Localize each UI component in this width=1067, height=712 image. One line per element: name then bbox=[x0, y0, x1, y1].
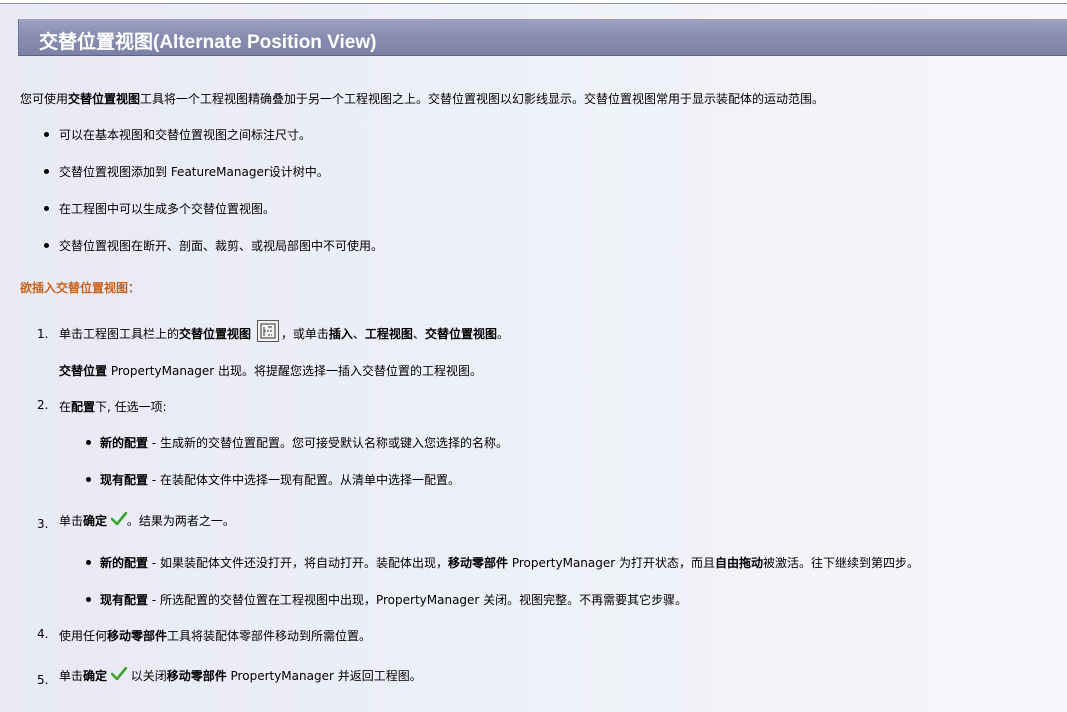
bullet-dot bbox=[44, 169, 49, 174]
intro-paragraph: 您可使用交替位置视图工具将一个工程视图精确叠加于另一个工程视图之上。交替位置视图… bbox=[20, 90, 824, 107]
step-1-text: 单击工程图工具栏上的交替位置视图 ，或单击插入、工程视图、交替位置视图。 bbox=[59, 320, 509, 342]
top-border bbox=[0, 0, 1067, 4]
bullet-dot bbox=[86, 560, 91, 565]
step-number: 4. bbox=[37, 627, 49, 641]
bullet-item: 交替位置视图在断开、剖面、裁剪、或视局部图中不可使用。 bbox=[59, 239, 384, 253]
step-number: 5. bbox=[37, 673, 49, 687]
checkmark-icon[interactable] bbox=[110, 511, 128, 526]
bullet-item: 在工程图中可以生成多个交替位置视图。 bbox=[59, 202, 276, 216]
step-1-subtext: 交替位置 PropertyManager 出现。将提醒您选择一插入交替位置的工程… bbox=[59, 364, 483, 378]
step-3-text: 单击确定 。结果为两者之一。 bbox=[59, 511, 235, 528]
intro-text-post: 工具将一个工程视图精确叠加于另一个工程视图之上。交替位置视图以幻影线显示。交替位… bbox=[140, 92, 825, 106]
option-item: 新的配置 - 生成新的交替位置配置。您可接受默认名称或键入您选择的名称。 bbox=[100, 436, 508, 450]
result-item: 现有配置 - 所选配置的交替位置在工程视图中出现，PropertyManager… bbox=[100, 593, 688, 607]
step-5-text: 单击确定 以关闭移动零部件 PropertyManager 并返回工程图。 bbox=[59, 666, 422, 683]
page-title: 交替位置视图(Alternate Position View) bbox=[39, 32, 377, 53]
bullet-item: 可以在基本视图和交替位置视图之间标注尺寸。 bbox=[59, 128, 312, 142]
step-4-text: 使用任何移动零部件工具将装配体零部件移动到所需位置。 bbox=[59, 629, 372, 643]
intro-tool-name: 交替位置视图 bbox=[68, 92, 141, 106]
alternate-position-view-icon[interactable] bbox=[256, 320, 279, 342]
bullet-dot bbox=[44, 243, 49, 248]
step-2-text: 在配置下, 任选一项: bbox=[59, 400, 167, 414]
step-number: 3. bbox=[37, 517, 49, 531]
checkmark-icon[interactable] bbox=[110, 666, 128, 681]
bullet-dot bbox=[44, 132, 49, 137]
step-number: 1. bbox=[37, 327, 49, 341]
procedure-heading: 欲插入交替位置视图： bbox=[20, 281, 141, 295]
bullet-dot bbox=[86, 477, 91, 482]
title-banner: 交替位置视图(Alternate Position View) bbox=[18, 19, 1067, 56]
result-item: 新的配置 - 如果装配体文件还没打开，将自动打开。装配体出现，移动零部件 Pro… bbox=[100, 556, 920, 570]
bullet-dot bbox=[86, 440, 91, 445]
bullet-dot bbox=[44, 206, 49, 211]
bullet-dot bbox=[86, 597, 91, 602]
step-number: 2. bbox=[37, 398, 49, 412]
intro-text-pre: 您可使用 bbox=[20, 92, 69, 106]
option-item: 现有配置 - 在装配体文件中选择一现有配置。从清单中选择一配置。 bbox=[100, 473, 460, 487]
bullet-item: 交替位置视图添加到 FeatureManager设计树中。 bbox=[59, 165, 329, 179]
